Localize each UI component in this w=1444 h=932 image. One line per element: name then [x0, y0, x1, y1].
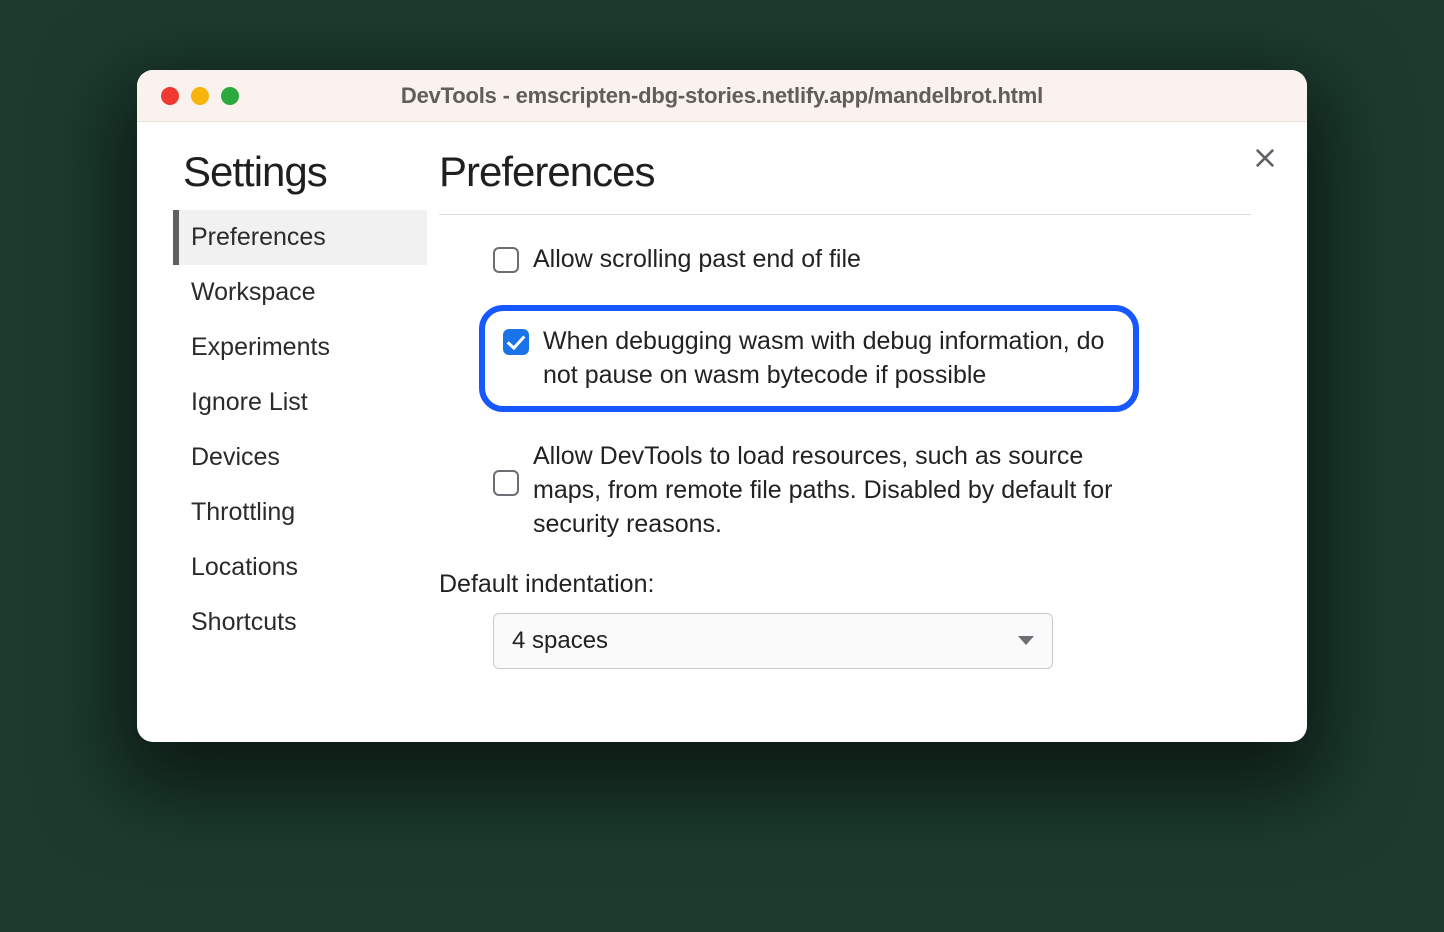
- traffic-lights: [161, 87, 239, 105]
- settings-heading: Settings: [173, 148, 427, 196]
- default-indentation-label: Default indentation:: [439, 570, 1251, 599]
- default-indentation-select[interactable]: 4 spaces: [493, 613, 1053, 669]
- titlebar: DevTools - emscripten-dbg-stories.netlif…: [137, 70, 1307, 122]
- sidebar-item-throttling[interactable]: Throttling: [173, 485, 427, 540]
- sidebar-item-label: Devices: [191, 443, 280, 471]
- settings-sidebar: Settings Preferences Workspace Experimen…: [137, 122, 427, 742]
- option-wasm-no-pause: When debugging wasm with debug informati…: [479, 305, 1139, 413]
- option-allow-remote-file-paths: Allow DevTools to load resources, such a…: [493, 440, 1153, 541]
- sidebar-item-label: Workspace: [191, 278, 316, 306]
- option-label: Allow scrolling past end of file: [533, 243, 861, 277]
- window-minimize-button[interactable]: [191, 87, 209, 105]
- close-icon[interactable]: [1251, 144, 1279, 172]
- window-title: DevTools - emscripten-dbg-stories.netlif…: [137, 83, 1307, 109]
- checkbox-wasm-no-pause[interactable]: [503, 329, 529, 355]
- option-allow-scroll-past-eof: Allow scrolling past end of file: [493, 243, 1153, 277]
- checkbox-allow-remote-file-paths[interactable]: [493, 470, 519, 496]
- sidebar-item-experiments[interactable]: Experiments: [173, 320, 427, 375]
- select-value: 4 spaces: [512, 627, 608, 655]
- sidebar-item-label: Shortcuts: [191, 608, 297, 636]
- sidebar-item-workspace[interactable]: Workspace: [173, 265, 427, 320]
- chevron-down-icon: [1018, 636, 1034, 645]
- checkbox-allow-scroll-past-eof[interactable]: [493, 247, 519, 273]
- devtools-window: DevTools - emscripten-dbg-stories.netlif…: [137, 70, 1307, 742]
- sidebar-item-label: Throttling: [191, 498, 295, 526]
- sidebar-item-label: Preferences: [191, 223, 326, 251]
- sidebar-item-label: Experiments: [191, 333, 330, 361]
- sidebar-item-shortcuts[interactable]: Shortcuts: [173, 595, 427, 650]
- sidebar-item-preferences[interactable]: Preferences: [173, 210, 427, 265]
- sidebar-item-devices[interactable]: Devices: [173, 430, 427, 485]
- sidebar-item-label: Locations: [191, 553, 298, 581]
- window-body: Settings Preferences Workspace Experimen…: [137, 122, 1307, 742]
- sidebar-item-ignore-list[interactable]: Ignore List: [173, 375, 427, 430]
- preferences-panel: Preferences Allow scrolling past end of …: [427, 122, 1307, 742]
- option-label: Allow DevTools to load resources, such a…: [533, 440, 1153, 541]
- window-zoom-button[interactable]: [221, 87, 239, 105]
- sidebar-item-locations[interactable]: Locations: [173, 540, 427, 595]
- preferences-heading: Preferences: [439, 148, 1251, 196]
- option-label: When debugging wasm with debug informati…: [543, 325, 1115, 393]
- window-close-button[interactable]: [161, 87, 179, 105]
- sidebar-item-label: Ignore List: [191, 388, 308, 416]
- divider: [439, 214, 1251, 215]
